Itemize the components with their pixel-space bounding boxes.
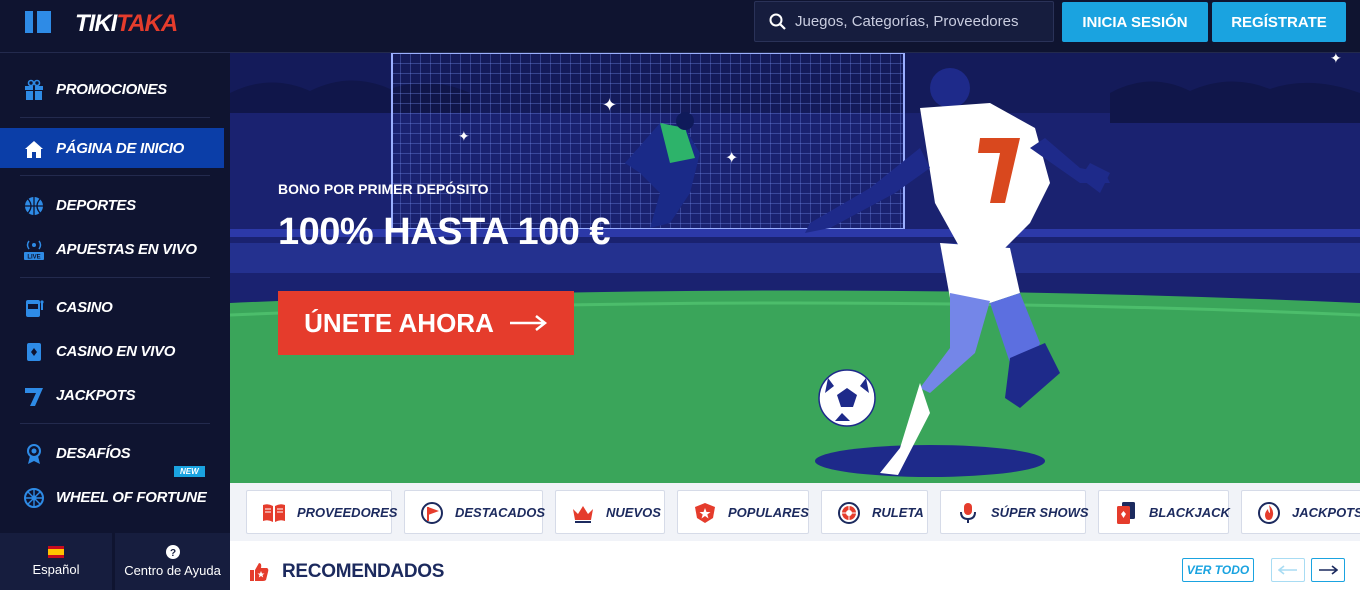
sidebar-item-casino-en-vivo[interactable]: CASINO EN VIVO xyxy=(0,331,224,371)
category-label: JACKPOTS xyxy=(1292,504,1360,520)
roulette-icon xyxy=(838,502,860,524)
sidebar-item-jackpots[interactable]: JACKPOTS xyxy=(0,375,224,415)
help-center-link[interactable]: ? Centro de Ayuda xyxy=(115,533,230,590)
help-icon: ? xyxy=(165,545,180,559)
sidebar-item-deportes[interactable]: DEPORTES xyxy=(0,185,224,225)
microphone-icon xyxy=(960,503,976,523)
category-super-shows[interactable]: SÚPER SHOWS xyxy=(940,490,1089,534)
sidebar-item-apuestas-en-vivo[interactable]: LIVE APUESTAS EN VIVO xyxy=(0,229,224,269)
join-now-label: ÚNETE AHORA xyxy=(304,307,494,338)
logo-part1: TIKI xyxy=(75,10,117,37)
sidebar-item-label: CASINO EN VIVO xyxy=(56,342,176,360)
sidebar-item-label: DEPORTES xyxy=(56,196,136,214)
hero-title: 100% HASTA 100 € xyxy=(278,211,611,253)
category-bar: PROVEEDORES DESTACADOS NUEVOS POPULARES … xyxy=(230,483,1360,541)
search-box[interactable] xyxy=(754,1,1054,42)
arrow-right-icon xyxy=(1319,565,1338,575)
medal-icon xyxy=(27,444,41,464)
sidebar-item-label: WHEEL OF FORTUNE xyxy=(56,488,207,506)
divider xyxy=(20,117,210,118)
brand-logo[interactable]: TIKITAKA xyxy=(75,10,178,38)
svg-text:LIVE: LIVE xyxy=(27,255,40,261)
sidebar-item-label: CASINO xyxy=(56,298,113,316)
prev-button[interactable] xyxy=(1271,558,1305,582)
view-all-button[interactable]: VER TODO xyxy=(1182,558,1254,582)
hero-subtitle: BONO POR PRIMER DEPÓSITO xyxy=(278,181,489,197)
hero-banner[interactable]: ✦ ✦ ✦ ✦ BONO POR PRIMER DEPÓSITO 100% HA… xyxy=(230,53,1360,483)
sidebar-item-casino[interactable]: CASINO xyxy=(0,287,224,327)
category-label: RULETA xyxy=(872,504,924,520)
login-button[interactable]: INICIA SESIÓN xyxy=(1062,2,1208,42)
playing-card-icon xyxy=(1117,502,1135,524)
menu-toggle-icon[interactable] xyxy=(25,11,51,33)
sidebar-item-label: APUESTAS EN VIVO xyxy=(56,240,197,258)
register-button[interactable]: REGÍSTRATE xyxy=(1212,2,1346,42)
gift-icon xyxy=(25,79,43,100)
category-proveedores[interactable]: PROVEEDORES xyxy=(246,490,397,534)
top-bar: TIKITAKA INICIA SESIÓN REGÍSTRATE xyxy=(0,0,1360,53)
flag-icon xyxy=(421,502,443,524)
recommended-section: RECOMENDADOS VER TODO xyxy=(230,541,1360,590)
wheel-icon xyxy=(24,488,44,508)
next-button[interactable] xyxy=(1311,558,1345,582)
category-label: NUEVOS xyxy=(606,504,661,520)
flame-icon xyxy=(1258,502,1280,524)
category-ruleta[interactable]: RULETA xyxy=(821,490,928,534)
sidebar-item-label: PÁGINA DE INICIO xyxy=(56,139,184,157)
language-selector[interactable]: Español xyxy=(0,533,112,590)
slot-machine-icon xyxy=(26,300,44,317)
sidebar-item-wheel-of-fortune[interactable]: WHEEL OF FORTUNE NEW xyxy=(0,466,224,517)
spain-flag-icon xyxy=(48,546,64,558)
book-icon xyxy=(263,504,285,522)
sidebar-item-label: DESAFÍOS xyxy=(56,444,131,462)
category-label: BLACKJACK xyxy=(1149,504,1230,520)
svg-text:✦: ✦ xyxy=(602,95,617,116)
thumbs-up-star-icon xyxy=(250,563,269,581)
svg-text:✦: ✦ xyxy=(725,148,738,167)
sidebar: PROMOCIONES PÁGINA DE INICIO DEPORTES LI… xyxy=(0,53,230,590)
cards-icon xyxy=(27,343,41,361)
basketball-icon xyxy=(25,197,43,215)
category-blackjack[interactable]: BLACKJACK xyxy=(1098,490,1230,534)
arrow-left-icon xyxy=(1278,565,1297,575)
sidebar-footer: Español ? Centro de Ayuda xyxy=(0,533,230,590)
join-now-button[interactable]: ÚNETE AHORA xyxy=(278,291,574,355)
sidebar-item-label: JACKPOTS xyxy=(56,386,136,404)
category-jackpots[interactable]: JACKPOTS xyxy=(1241,490,1360,534)
new-badge: NEW xyxy=(174,466,205,477)
help-label: Centro de Ayuda xyxy=(124,563,221,578)
search-icon xyxy=(769,13,786,30)
svg-text:✦: ✦ xyxy=(458,129,470,145)
language-label: Español xyxy=(32,562,80,577)
seven-icon xyxy=(25,388,43,406)
category-label: PROVEEDORES xyxy=(297,504,398,520)
category-label: DESTACADOS xyxy=(455,504,546,520)
arrow-right-icon xyxy=(509,315,547,331)
svg-text:✦: ✦ xyxy=(1330,53,1342,67)
search-input[interactable] xyxy=(795,2,1045,41)
category-populares[interactable]: POPULARES xyxy=(677,490,809,534)
category-nuevos[interactable]: NUEVOS xyxy=(555,490,665,534)
sidebar-item-promociones[interactable]: PROMOCIONES xyxy=(0,69,224,109)
logo-part2: TAKA xyxy=(116,10,178,37)
live-broadcast-icon: LIVE xyxy=(24,240,44,261)
recommended-title: RECOMENDADOS xyxy=(282,561,445,582)
category-destacados[interactable]: DESTACADOS xyxy=(404,490,546,534)
divider xyxy=(20,423,210,424)
sidebar-item-home[interactable]: PÁGINA DE INICIO xyxy=(0,128,224,168)
divider xyxy=(20,277,210,278)
star-badge-icon xyxy=(695,503,715,523)
svg-text:?: ? xyxy=(169,548,175,559)
crown-icon xyxy=(573,506,593,523)
category-label: SÚPER SHOWS xyxy=(991,504,1089,520)
category-label: POPULARES xyxy=(728,504,809,520)
home-icon xyxy=(25,141,43,158)
divider xyxy=(20,175,210,176)
hero-illustration: ✦ ✦ ✦ ✦ xyxy=(230,53,1360,483)
sidebar-item-label: PROMOCIONES xyxy=(56,80,167,98)
